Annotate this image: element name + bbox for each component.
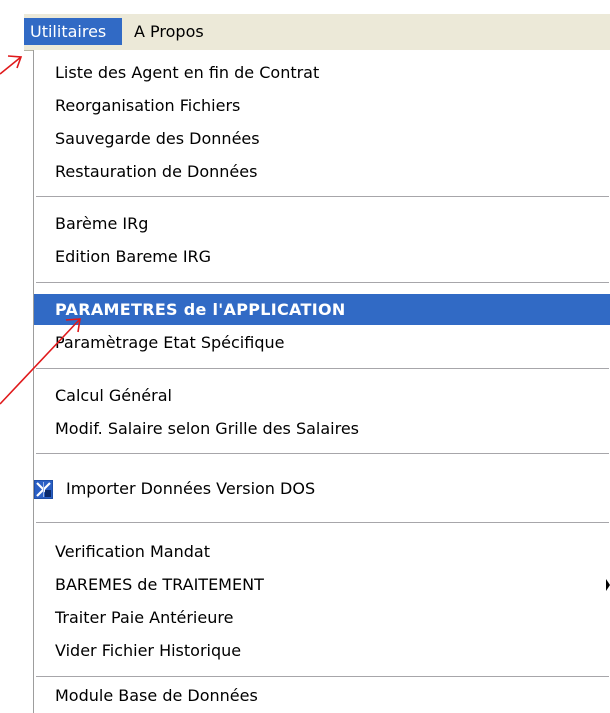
menu-separator	[36, 453, 609, 455]
menu-item-baremes-traitement[interactable]: BAREMES de TRAITEMENT	[34, 568, 610, 602]
menu-item-label: BAREMES de TRAITEMENT	[55, 575, 264, 594]
menu-item-restauration-donnees[interactable]: Restauration de Données	[34, 155, 610, 189]
annotation-arrow-top	[0, 55, 23, 75]
menu-separator	[36, 282, 609, 284]
menu-item-vider-fichier-historique[interactable]: Vider Fichier Historique	[34, 634, 610, 668]
menu-item-calcul-general[interactable]: Calcul Général	[34, 379, 610, 413]
menu-item-modif-salaire-grille[interactable]: Modif. Salaire selon Grille des Salaires	[34, 412, 610, 446]
menu-item-verification-mandat[interactable]: Verification Mandat	[34, 535, 610, 569]
menu-separator	[36, 522, 609, 524]
utilitaires-dropdown-menu: Liste des Agent en fin de Contrat Reorga…	[33, 50, 610, 713]
menu-item-parametrage-etat-specifique[interactable]: Paramètrage Etat Spécifique	[34, 326, 610, 360]
menu-item-reorganisation-fichiers[interactable]: Reorganisation Fichiers	[34, 89, 610, 123]
menu-a-propos[interactable]: A Propos	[128, 18, 238, 45]
menu-item-bareme-irg[interactable]: Barème IRg	[34, 207, 610, 241]
menu-utilitaires[interactable]: Utilitaires	[24, 18, 122, 45]
submenu-arrow-icon	[606, 579, 610, 591]
dos-import-icon	[34, 480, 53, 499]
menu-separator	[36, 676, 609, 678]
menu-item-liste-agents-fin-contrat[interactable]: Liste des Agent en fin de Contrat	[34, 56, 610, 90]
menu-item-importer-donnees-dos[interactable]: Importer Données Version DOS	[34, 472, 610, 506]
menu-item-edition-bareme-irg[interactable]: Edition Bareme IRG	[34, 240, 610, 274]
screenshot-stage: Utilitaires A Propos Liste des Agent en …	[0, 0, 610, 713]
menu-item-label: Importer Données Version DOS	[66, 479, 316, 498]
menu-item-sauvegarde-donnees[interactable]: Sauvegarde des Données	[34, 122, 610, 156]
menu-bar: Utilitaires A Propos	[24, 14, 610, 51]
menu-separator	[36, 196, 609, 198]
menu-separator	[36, 368, 609, 370]
menu-item-traiter-paie-anterieure[interactable]: Traiter Paie Antérieure	[34, 601, 610, 635]
menu-item-parametres-application[interactable]: PARAMETRES de l'APPLICATION	[34, 294, 610, 325]
menu-item-module-base-donnees[interactable]: Module Base de Données	[34, 679, 610, 713]
